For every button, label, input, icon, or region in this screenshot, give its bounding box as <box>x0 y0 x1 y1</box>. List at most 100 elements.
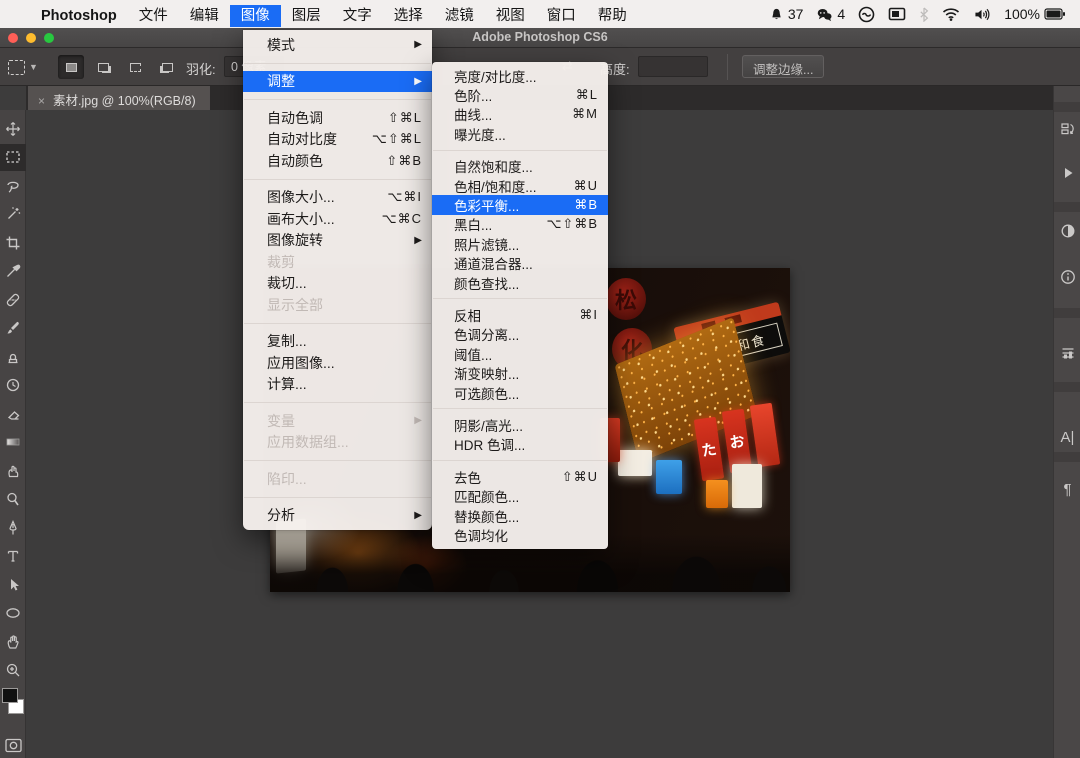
menu-item-6[interactable]: 自动颜色⇧⌘B <box>243 150 432 172</box>
new-selection-button[interactable] <box>58 55 84 79</box>
menu-item-shortcut: ⌘I <box>579 307 598 323</box>
menubar-item-10[interactable]: 帮助 <box>587 5 638 27</box>
history-brush-tool[interactable] <box>0 372 26 399</box>
menu-item-label: HDR 色调... <box>454 434 525 454</box>
gradient-tool[interactable] <box>0 429 26 456</box>
add-selection-button[interactable] <box>90 55 116 79</box>
history-panel-button[interactable] <box>1054 114 1080 144</box>
menu-item-20[interactable]: HDR 色调... <box>432 435 608 454</box>
intersect-selection-button[interactable] <box>154 55 180 79</box>
menubar-item-0[interactable]: Photoshop <box>30 5 128 27</box>
healing-brush-tool[interactable] <box>0 286 26 313</box>
subtract-selection-button[interactable] <box>122 55 148 79</box>
menubar-item-2[interactable]: 编辑 <box>179 5 230 27</box>
eyedropper-tool[interactable] <box>0 258 26 285</box>
zoom-tool[interactable] <box>0 657 26 684</box>
refine-edge-button[interactable]: 调整边缘... <box>742 55 824 78</box>
menu-item-4[interactable]: 自动色调⇧⌘L <box>243 107 432 129</box>
bluetooth-icon[interactable] <box>919 7 929 22</box>
menu-item-23[interactable]: 匹配颜色... <box>432 486 608 505</box>
display-icon[interactable] <box>888 7 906 21</box>
menu-item-17[interactable]: 可选颜色... <box>432 383 608 402</box>
menu-item-label: 自动颜色 <box>267 151 323 171</box>
menu-item-15[interactable]: 复制... <box>243 331 432 353</box>
battery-status[interactable]: 100% <box>1004 6 1066 22</box>
clone-stamp-tool[interactable] <box>0 343 26 370</box>
quick-mask-button[interactable] <box>0 732 26 758</box>
foreground-color-swatch[interactable] <box>2 688 18 703</box>
layers-panel-button[interactable] <box>1054 338 1080 368</box>
notification-status[interactable]: 37 <box>769 6 804 22</box>
document-tab[interactable]: × 素材.jpg @ 100%(RGB/8) <box>28 86 210 110</box>
magic-wand-tool[interactable] <box>0 201 26 228</box>
menu-item-2[interactable]: 曲线...⌘M <box>432 105 608 124</box>
dock-group-divider <box>1054 202 1080 212</box>
chat-status[interactable]: 4 <box>816 6 845 22</box>
hand-tool[interactable] <box>0 628 26 655</box>
lasso-tool[interactable] <box>0 172 26 199</box>
menubar-item-1[interactable]: 文件 <box>128 5 179 27</box>
menu-item-0[interactable]: 亮度/对比度... <box>432 66 608 85</box>
height-input[interactable] <box>638 56 708 77</box>
menu-item-15[interactable]: 阈值... <box>432 344 608 363</box>
menu-item-17[interactable]: 计算... <box>243 374 432 396</box>
character-panel-button[interactable]: A| <box>1054 422 1080 452</box>
menu-item-adjustments[interactable]: 调整▶ <box>243 71 432 93</box>
info-panel-button[interactable] <box>1054 262 1080 292</box>
menu-item-0[interactable]: 模式▶ <box>243 34 432 56</box>
shape-tool[interactable] <box>0 600 26 627</box>
menu-item-25[interactable]: 色调均化 <box>432 525 608 544</box>
adjustments-panel-button[interactable] <box>1054 216 1080 246</box>
rect-marquee-tool[interactable] <box>0 144 26 171</box>
eraser-tool-icon <box>5 406 21 422</box>
path-select-tool[interactable] <box>0 571 26 598</box>
menubar-item-6[interactable]: 选择 <box>383 5 434 27</box>
dodge-tool[interactable] <box>0 486 26 513</box>
eraser-tool[interactable] <box>0 400 26 427</box>
menu-item-9[interactable]: 照片滤镜... <box>432 234 608 253</box>
menubar-item-3[interactable]: 图像 <box>230 5 281 27</box>
menu-item-5[interactable]: 自然饱和度... <box>432 157 608 176</box>
wifi-icon[interactable] <box>942 7 960 21</box>
menu-item-14[interactable]: 色调分离... <box>432 325 608 344</box>
paragraph-panel-button[interactable]: ¶ <box>1054 474 1080 504</box>
menu-item-12[interactable]: 裁切... <box>243 273 432 295</box>
actions-panel-button[interactable] <box>1054 158 1080 188</box>
close-tab-icon[interactable]: × <box>38 94 45 108</box>
window-titlebar[interactable]: Adobe Photoshop CS6 <box>0 28 1080 48</box>
brush-tool[interactable] <box>0 315 26 342</box>
menu-item-1[interactable]: 色阶...⌘L <box>432 85 608 104</box>
volume-icon[interactable] <box>973 7 991 22</box>
menubar-item-7[interactable]: 滤镜 <box>434 5 485 27</box>
creative-cloud-icon[interactable] <box>858 6 875 23</box>
menu-item-10[interactable]: 图像旋转▶ <box>243 230 432 252</box>
menu-item-label: 色调分离... <box>454 324 519 344</box>
menu-item-24[interactable]: 替换颜色... <box>432 506 608 525</box>
pen-tool[interactable] <box>0 514 26 541</box>
submenu-item-color-balance[interactable]: 色彩平衡...⌘B <box>432 195 608 214</box>
menu-item-16[interactable]: 应用图像... <box>243 352 432 374</box>
menu-item-8[interactable]: 黑白...⌥⇧⌘B <box>432 215 608 234</box>
menubar-item-9[interactable]: 窗口 <box>536 5 587 27</box>
menu-item-9[interactable]: 画布大小...⌥⌘C <box>243 208 432 230</box>
menu-item-16[interactable]: 渐变映射... <box>432 363 608 382</box>
screen: Photoshop文件编辑图像图层文字选择滤镜视图窗口帮助 37 4 100% <box>0 0 1080 758</box>
menu-item-13[interactable]: 反相⌘I <box>432 305 608 324</box>
menubar-item-4[interactable]: 图层 <box>281 5 332 27</box>
menu-item-24[interactable]: 分析▶ <box>243 505 432 527</box>
tool-preset-picker[interactable]: ▼ <box>8 56 42 78</box>
menu-item-6[interactable]: 色相/饱和度...⌘U <box>432 176 608 195</box>
menu-item-22[interactable]: 去色⇧⌘U <box>432 467 608 486</box>
menu-item-8[interactable]: 图像大小...⌥⌘I <box>243 187 432 209</box>
menubar-item-5[interactable]: 文字 <box>332 5 383 27</box>
menubar-item-8[interactable]: 视图 <box>485 5 536 27</box>
smudge-tool[interactable] <box>0 457 26 484</box>
menu-item-19[interactable]: 阴影/高光... <box>432 415 608 434</box>
menu-item-10[interactable]: 通道混合器... <box>432 254 608 273</box>
menu-item-11[interactable]: 颜色查找... <box>432 273 608 292</box>
type-tool[interactable] <box>0 543 26 570</box>
crop-tool[interactable] <box>0 229 26 256</box>
menu-item-3[interactable]: 曝光度... <box>432 124 608 143</box>
move-tool[interactable] <box>0 115 26 142</box>
menu-item-5[interactable]: 自动对比度⌥⇧⌘L <box>243 129 432 151</box>
